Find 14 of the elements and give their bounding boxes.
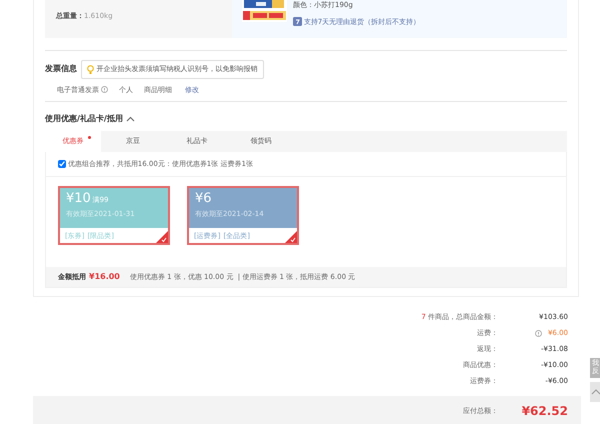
check-corner-icon: [156, 231, 168, 243]
return-policy-icon: [293, 17, 302, 26]
payable-amount: ¥62.52: [520, 403, 568, 420]
section-title: 发票信息: [45, 63, 77, 76]
discount-total: ¥16.00: [89, 271, 120, 283]
check-corner-icon: [285, 231, 297, 243]
info-icon: [534, 330, 542, 336]
section-title: 使用优惠/礼品卡/抵用: [45, 113, 123, 125]
caret-icon[interactable]: [126, 116, 136, 122]
info-icon: [100, 86, 108, 94]
coupon-amount: ¥10: [66, 192, 91, 206]
recommend-checkbox[interactable]: [58, 160, 66, 168]
coupon-amount: ¥6: [195, 192, 212, 206]
bulb-icon: [86, 64, 94, 74]
